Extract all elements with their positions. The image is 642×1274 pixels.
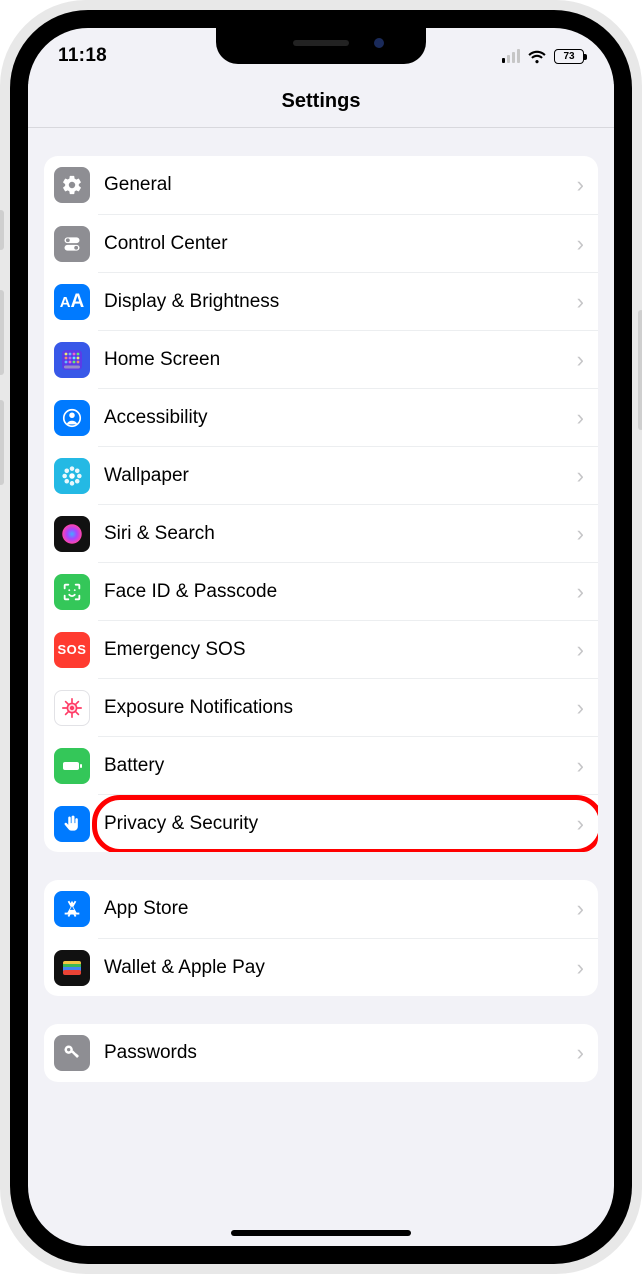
person-icon	[54, 400, 90, 436]
aa-icon: AA	[54, 284, 90, 320]
chevron-right-icon: ›	[577, 695, 584, 721]
chevron-right-icon: ›	[577, 955, 584, 981]
status-time: 11:18	[58, 45, 107, 67]
settings-row-faceid[interactable]: Face ID & Passcode›	[98, 562, 598, 620]
sos-icon: SOS	[54, 632, 90, 668]
settings-row-passwords[interactable]: Passwords›	[44, 1024, 598, 1082]
virus-icon	[54, 690, 90, 726]
settings-row-exposure[interactable]: Exposure Notifications›	[98, 678, 598, 736]
hand-icon	[54, 806, 90, 842]
settings-group: App Store›Wallet & Apple Pay›	[44, 880, 598, 996]
row-label: Control Center	[104, 233, 577, 255]
row-label: Battery	[104, 755, 577, 777]
chevron-right-icon: ›	[577, 172, 584, 198]
volume-down-button	[0, 400, 4, 485]
settings-row-wallet[interactable]: Wallet & Apple Pay›	[98, 938, 598, 996]
grid-icon	[54, 342, 90, 378]
settings-row-home-screen[interactable]: Home Screen›	[98, 330, 598, 388]
status-indicators: 73	[502, 45, 584, 67]
battery-icon: 73	[554, 49, 584, 64]
chevron-right-icon: ›	[577, 1040, 584, 1066]
chevron-right-icon: ›	[577, 463, 584, 489]
settings-row-general[interactable]: General›	[44, 156, 598, 214]
appstore-icon	[54, 891, 90, 927]
siri-icon	[54, 516, 90, 552]
row-label: Exposure Notifications	[104, 697, 577, 719]
row-label: General	[104, 174, 577, 196]
battery-icon	[54, 748, 90, 784]
row-label: App Store	[104, 898, 577, 920]
chevron-right-icon: ›	[577, 289, 584, 315]
settings-row-privacy[interactable]: Privacy & Security›	[98, 794, 598, 852]
page-title: Settings	[28, 84, 614, 128]
settings-group: Passwords›	[44, 1024, 598, 1082]
mute-switch	[0, 210, 4, 250]
row-label: Home Screen	[104, 349, 577, 371]
row-label: Accessibility	[104, 407, 577, 429]
row-label: Siri & Search	[104, 523, 577, 545]
settings-row-battery[interactable]: Battery›	[98, 736, 598, 794]
row-label: Privacy & Security	[104, 813, 577, 835]
settings-row-display[interactable]: AADisplay & Brightness›	[98, 272, 598, 330]
settings-row-accessibility[interactable]: Accessibility›	[98, 388, 598, 446]
settings-row-app-store[interactable]: App Store›	[44, 880, 598, 938]
settings-row-siri[interactable]: Siri & Search›	[98, 504, 598, 562]
chevron-right-icon: ›	[577, 753, 584, 779]
phone-bezel: 11:18 73 Settings General›Control Center…	[10, 10, 632, 1264]
chevron-right-icon: ›	[577, 896, 584, 922]
screen: 11:18 73 Settings General›Control Center…	[28, 28, 614, 1246]
settings-row-wallpaper[interactable]: Wallpaper›	[98, 446, 598, 504]
toggles-icon	[54, 226, 90, 262]
row-label: Wallpaper	[104, 465, 577, 487]
wifi-icon	[526, 45, 548, 67]
key-icon	[54, 1035, 90, 1071]
gear-icon	[54, 167, 90, 203]
chevron-right-icon: ›	[577, 521, 584, 547]
volume-up-button	[0, 290, 4, 375]
chevron-right-icon: ›	[577, 347, 584, 373]
row-label: Face ID & Passcode	[104, 581, 577, 603]
settings-group: General›Control Center›AADisplay & Brigh…	[44, 156, 598, 852]
settings-row-sos[interactable]: SOSEmergency SOS›	[98, 620, 598, 678]
cellular-icon	[502, 49, 520, 63]
chevron-right-icon: ›	[577, 579, 584, 605]
flower-icon	[54, 458, 90, 494]
row-label: Emergency SOS	[104, 639, 577, 661]
row-label: Wallet & Apple Pay	[104, 957, 577, 979]
chevron-right-icon: ›	[577, 405, 584, 431]
face-icon	[54, 574, 90, 610]
home-indicator[interactable]	[231, 1230, 411, 1236]
phone-frame: 11:18 73 Settings General›Control Center…	[0, 0, 642, 1274]
wallet-icon	[54, 950, 90, 986]
chevron-right-icon: ›	[577, 637, 584, 663]
power-button	[638, 310, 642, 430]
notch	[216, 28, 426, 64]
settings-list[interactable]: General›Control Center›AADisplay & Brigh…	[28, 128, 614, 1246]
chevron-right-icon: ›	[577, 231, 584, 257]
row-label: Passwords	[104, 1042, 577, 1064]
settings-row-control-center[interactable]: Control Center›	[98, 214, 598, 272]
chevron-right-icon: ›	[577, 811, 584, 837]
row-label: Display & Brightness	[104, 291, 577, 313]
